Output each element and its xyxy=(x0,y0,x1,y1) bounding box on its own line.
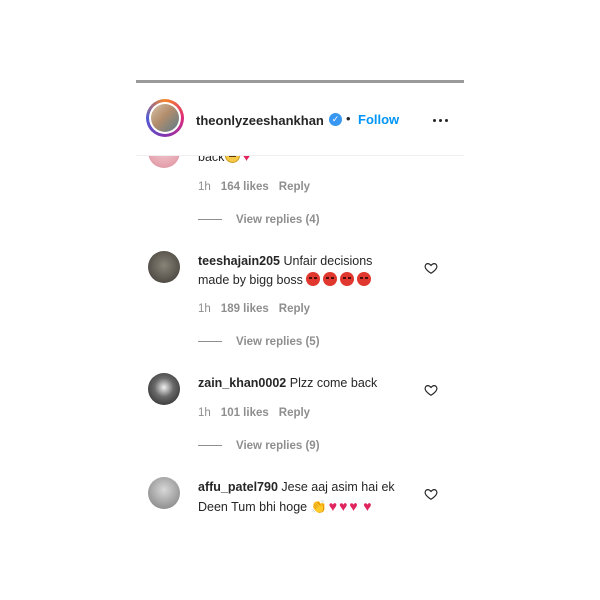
angry-face-emoji-icon xyxy=(323,272,338,286)
post-author-username[interactable]: theonlyzeeshankhan xyxy=(196,113,324,128)
more-options-icon[interactable] xyxy=(432,113,450,127)
separator-dot: • xyxy=(346,111,351,126)
commenter-avatar[interactable] xyxy=(148,251,180,283)
view-replies-button[interactable]: View replies (5) xyxy=(198,336,320,348)
reply-button[interactable]: Reply xyxy=(279,303,310,315)
angry-face-emoji-icon xyxy=(306,272,321,286)
view-replies-button[interactable]: View replies (9) xyxy=(198,440,320,452)
red-heart-emoji-icon: ♥ xyxy=(363,498,372,514)
follow-button[interactable]: Follow xyxy=(358,112,399,127)
profile-photo xyxy=(151,104,179,132)
commenter-avatar[interactable] xyxy=(148,373,180,405)
red-heart-emoji-icon: ♥ xyxy=(339,498,348,514)
red-heart-emoji-icon: ♥ xyxy=(349,498,358,514)
replies-line xyxy=(198,219,222,221)
reply-button[interactable]: Reply xyxy=(279,407,310,419)
comment-likes[interactable]: 189 likes xyxy=(221,303,269,315)
comment-text: teeshajain205 Unfair decisions made by b… xyxy=(198,254,373,287)
commenter-username[interactable]: affu_patel790 xyxy=(198,480,278,494)
commenter-avatar[interactable] xyxy=(148,477,180,509)
verified-badge-icon: ✓ xyxy=(329,113,342,126)
red-heart-emoji-icon: ♥ xyxy=(328,498,338,514)
comment-meta: 1h 164 likes Reply xyxy=(198,181,310,193)
post-header: theonlyzeeshankhan ✓ • Follow xyxy=(136,83,464,156)
comment-time: 1h xyxy=(198,407,211,419)
comment-meta: 1h 189 likes Reply xyxy=(198,303,310,315)
comment-text: affu_patel790 Jese aaj asim hai ek Deen … xyxy=(198,480,395,514)
commenter-username[interactable]: zain_khan0002 xyxy=(198,376,286,390)
replies-line xyxy=(198,445,222,447)
comment-likes[interactable]: 164 likes xyxy=(221,181,269,193)
comment-meta: 1h 101 likes Reply xyxy=(198,407,310,419)
profile-avatar[interactable] xyxy=(146,99,184,137)
clapping-hands-emoji-icon: 👏 xyxy=(310,499,327,514)
replies-line xyxy=(198,341,222,343)
view-replies-button[interactable]: View replies (4) xyxy=(198,214,320,226)
reply-button[interactable]: Reply xyxy=(279,181,310,193)
comment-time: 1h xyxy=(198,181,211,193)
comment-time: 1h xyxy=(198,303,211,315)
commenter-username[interactable]: teeshajain205 xyxy=(198,254,280,268)
like-comment-heart-icon[interactable] xyxy=(424,487,438,501)
comment-likes[interactable]: 101 likes xyxy=(221,407,269,419)
like-comment-heart-icon[interactable] xyxy=(424,261,438,275)
like-comment-heart-icon[interactable] xyxy=(424,383,438,397)
instagram-comments-panel: theonlyzeeshankhan ✓ • Follow back ♥ 1h 16… xyxy=(136,80,464,520)
angry-face-emoji-icon xyxy=(340,272,355,286)
comment-text: zain_khan0002 Plzz come back xyxy=(198,376,378,390)
angry-face-emoji-icon xyxy=(357,272,372,286)
